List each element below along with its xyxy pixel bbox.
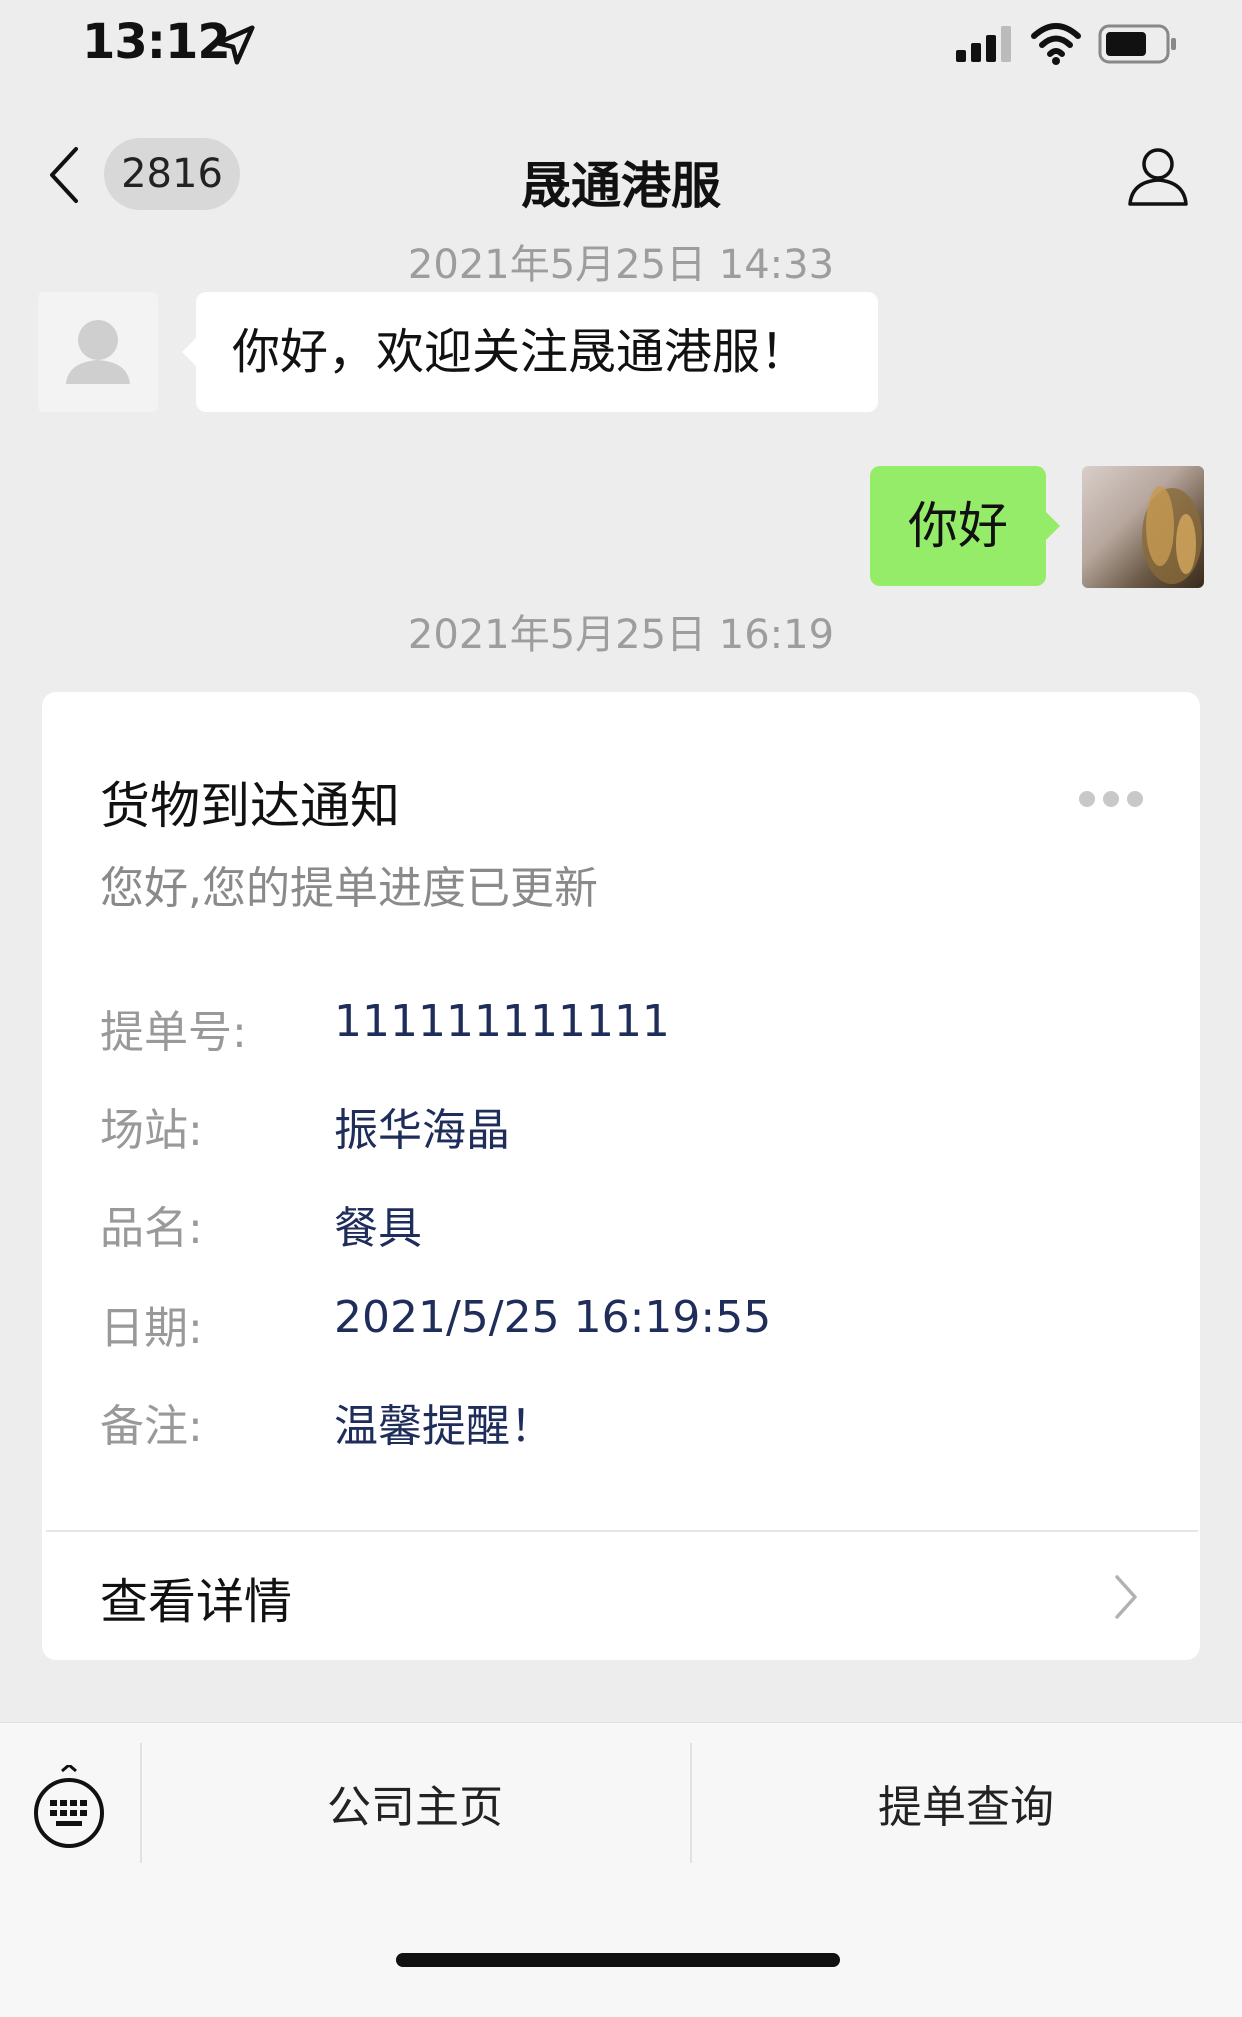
location-arrow-icon	[215, 25, 255, 65]
keyboard-toggle-icon[interactable]	[30, 1765, 108, 1851]
cellular-signal-icon	[956, 26, 1011, 62]
home-indicator[interactable]	[396, 1953, 840, 1967]
message-timestamp: 2021年5月25日 16:19	[407, 612, 835, 658]
outgoing-message[interactable]: 你好	[870, 466, 1060, 586]
card-divider	[46, 1530, 1198, 1532]
menu-company-homepage[interactable]: 公司主页	[142, 1771, 688, 1835]
user-avatar[interactable]	[1082, 466, 1204, 588]
default-avatar-icon	[66, 320, 130, 384]
battery-icon	[1098, 24, 1176, 64]
date-value: 2021/5/25 16:19:55	[334, 1292, 772, 1343]
status-time: 13:12	[82, 14, 231, 70]
card-title: 货物到达通知	[100, 777, 400, 835]
bottom-menu-bar: 公司主页 提单查询	[0, 1722, 1242, 2017]
chevron-right-icon[interactable]	[1112, 1572, 1140, 1622]
official-account-avatar[interactable]	[38, 292, 158, 412]
remark-label: 备注:	[100, 1401, 203, 1452]
card-subtitle: 您好,您的提单进度已更新	[100, 863, 598, 914]
message-timestamp: 2021年5月25日 14:33	[407, 242, 835, 288]
wifi-icon	[1031, 23, 1081, 65]
chat-title: 晟通港服	[521, 157, 721, 215]
user-avatar-image	[1142, 486, 1202, 584]
bill-number-label: 提单号:	[100, 1007, 247, 1058]
date-label: 日期:	[100, 1303, 203, 1354]
notification-card[interactable]: 货物到达通知 您好,您的提单进度已更新 提单号: 111111111111 场站…	[42, 692, 1200, 1660]
product-name-value: 餐具	[334, 1203, 422, 1254]
bill-number-value: 111111111111	[334, 996, 670, 1047]
profile-icon[interactable]	[1126, 144, 1190, 208]
station-value: 振华海晶	[334, 1105, 510, 1156]
menu-bill-query[interactable]: 提单查询	[692, 1771, 1240, 1835]
incoming-message[interactable]: 你好，欢迎关注晟通港服！	[182, 292, 878, 412]
remark-value: 温馨提醒！	[334, 1401, 554, 1452]
station-label: 场站:	[100, 1105, 203, 1156]
view-details-link[interactable]: 查看详情	[100, 1562, 292, 1632]
product-name-label: 品名:	[100, 1203, 203, 1254]
more-options-icon[interactable]	[1076, 788, 1146, 810]
